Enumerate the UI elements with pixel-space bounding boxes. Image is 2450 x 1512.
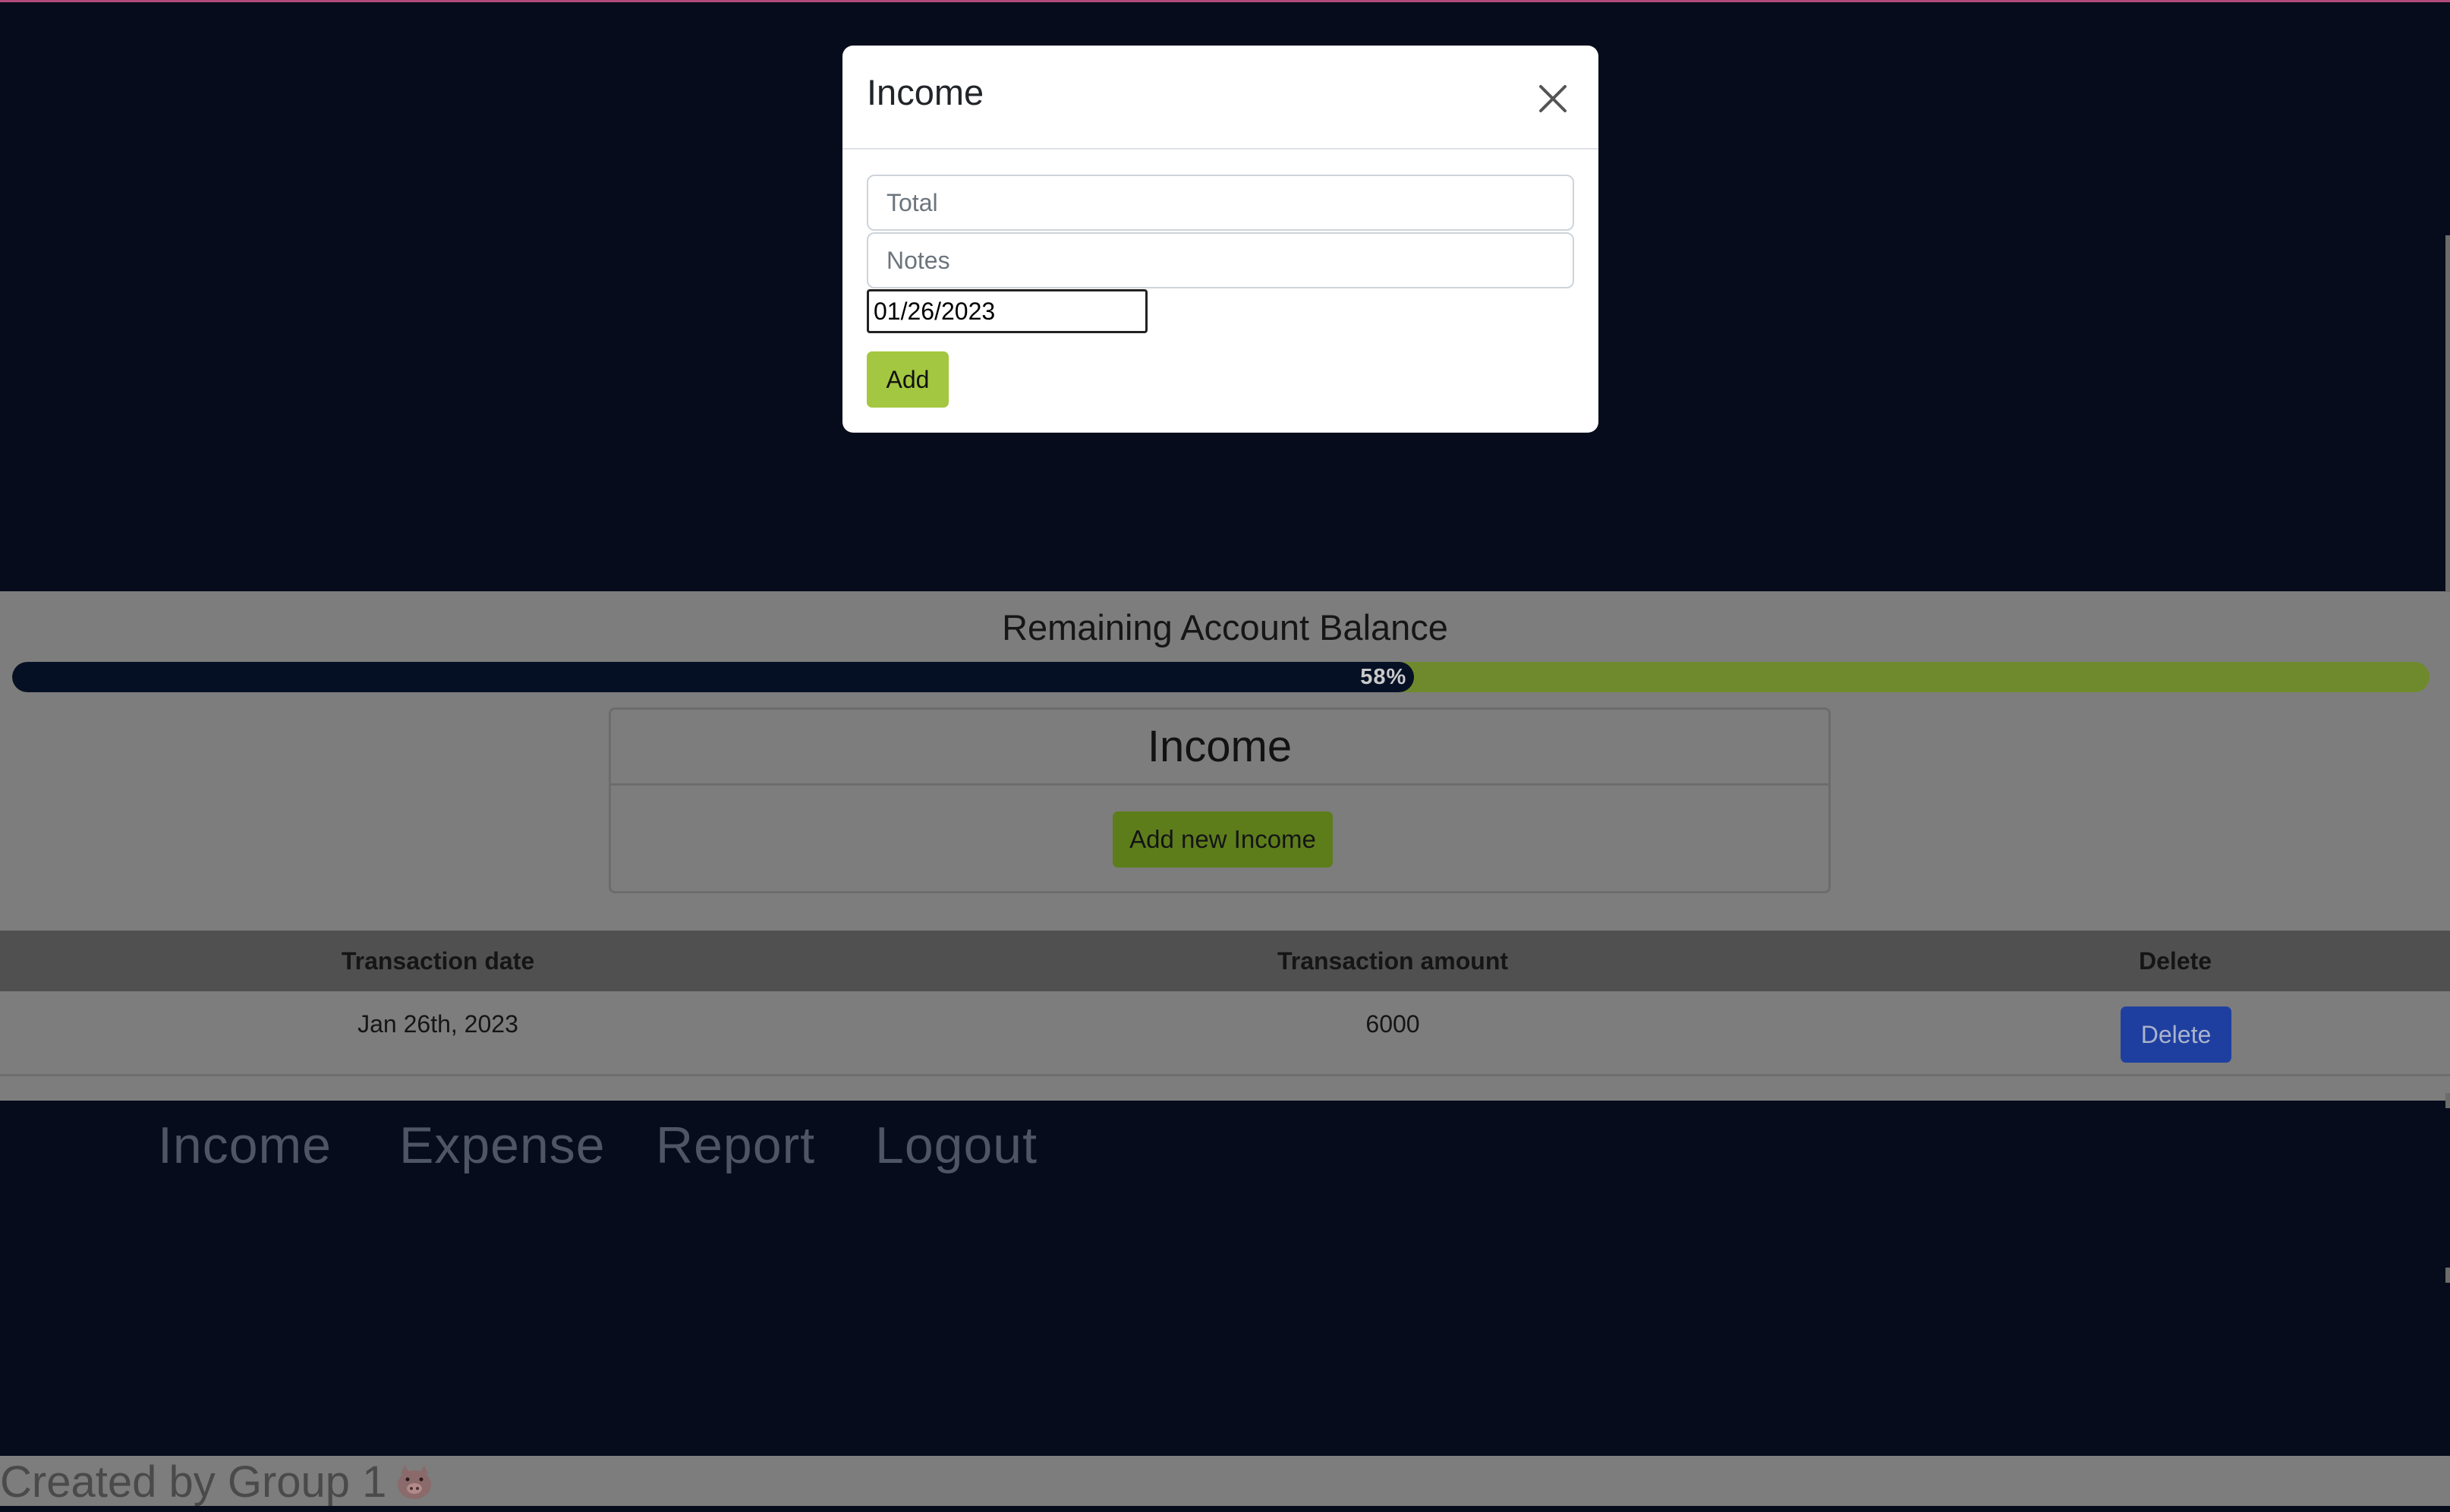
delete-button[interactable]: Delete	[2121, 1006, 2231, 1063]
balance-progress-bar: 58%	[12, 662, 2430, 692]
pig-icon	[394, 1462, 435, 1500]
balance-title: Remaining Account Balance	[1002, 607, 1448, 647]
balance-progress-label: 58%	[1360, 665, 1407, 689]
total-input[interactable]	[867, 175, 1574, 231]
transaction-amount-cell: 6000	[1365, 1010, 1420, 1038]
income-card-title: Income	[611, 710, 1828, 786]
column-header-delete: Delete	[2138, 947, 2212, 975]
date-input[interactable]	[867, 289, 1148, 333]
nav-report-link[interactable]: Report	[656, 1116, 815, 1175]
transactions-table-header: Transaction date Transaction amount Dele…	[0, 931, 2450, 991]
nav-expense-link[interactable]: Expense	[399, 1116, 606, 1175]
nav-logout-link[interactable]: Logout	[875, 1116, 1038, 1175]
add-new-income-button[interactable]: Add new Income	[1113, 811, 1333, 868]
column-header-transaction-date: Transaction date	[341, 947, 535, 975]
transaction-date-cell: Jan 26th, 2023	[357, 1010, 518, 1038]
add-button[interactable]: Add	[867, 351, 949, 408]
close-button[interactable]	[1535, 80, 1571, 117]
bottom-nav	[0, 1101, 2450, 1456]
nav-income-link[interactable]: Income	[158, 1116, 332, 1175]
income-card: Income Add new Income	[609, 707, 1831, 893]
modal-title: Income	[867, 72, 984, 112]
balance-progress-fill: 58%	[12, 662, 1415, 692]
footer-credit: Created by Group 1	[0, 1457, 435, 1507]
notes-input[interactable]	[867, 232, 1574, 288]
modal-header: Income	[842, 46, 1598, 150]
income-modal: Income Add	[842, 46, 1598, 433]
close-icon	[1539, 85, 1567, 112]
column-header-transaction-amount: Transaction amount	[1277, 947, 1509, 975]
table-row: Jan 26th, 2023 6000 Delete	[0, 991, 2450, 1076]
footer-credit-text: Created by Group 1	[0, 1457, 387, 1507]
